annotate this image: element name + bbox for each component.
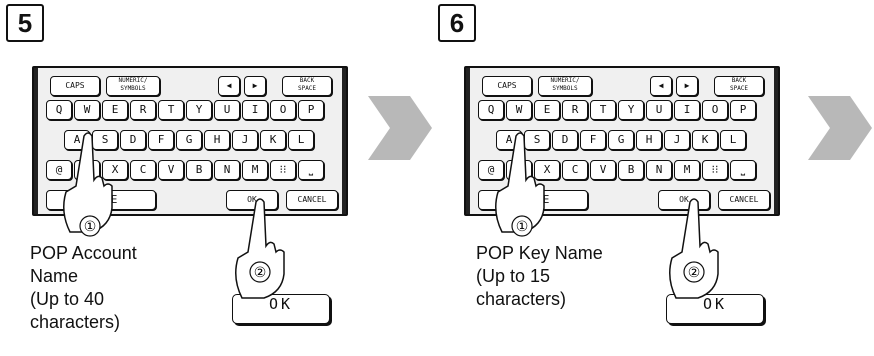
key-c[interactable]: C (562, 160, 588, 180)
key-q[interactable]: Q (46, 100, 72, 120)
panel-left-edge (34, 68, 38, 214)
caption-line: Name (30, 266, 79, 286)
pointing-hand-icon: ② (669, 198, 719, 299)
key-o[interactable]: O (702, 100, 728, 120)
key-symbol[interactable]: ⎵ (730, 160, 756, 180)
key-j[interactable]: J (232, 130, 258, 150)
step-5-badge: 5 (6, 4, 44, 42)
numeric-symbols-key[interactable]: NUMERIC/ SYMBOLS (538, 76, 592, 96)
key-g[interactable]: G (608, 130, 634, 150)
key-u[interactable]: U (646, 100, 672, 120)
key-symbol[interactable]: ⎵ (298, 160, 324, 180)
key-j[interactable]: J (664, 130, 690, 150)
pointing-hand-icon: ① (495, 132, 545, 237)
key-l[interactable]: L (720, 130, 746, 150)
space-label: SPACE (729, 85, 749, 92)
caption-line: POP Key Name (476, 243, 603, 263)
key-t[interactable]: T (590, 100, 616, 120)
key-symbol[interactable]: ⁝⁝ (270, 160, 296, 180)
key-c[interactable]: C (130, 160, 156, 180)
key-r[interactable]: R (562, 100, 588, 120)
panel-right-edge (774, 68, 778, 214)
caption-line: POP Account (30, 243, 137, 263)
key-v[interactable]: V (158, 160, 184, 180)
caption-line: (Up to 15 (476, 266, 551, 286)
key-k[interactable]: K (260, 130, 286, 150)
step-6-badge: 6 (438, 4, 476, 42)
chevron-right-icon (808, 96, 872, 160)
chevron-right-icon (368, 96, 432, 160)
backspace-key[interactable]: BACK SPACE (714, 76, 764, 96)
key-d[interactable]: D (120, 130, 146, 150)
caption-line: characters) (30, 312, 121, 332)
key-e[interactable]: E (102, 100, 128, 120)
key-y[interactable]: Y (186, 100, 212, 120)
symbols-label: SYMBOLS (120, 85, 146, 92)
key-i[interactable]: I (242, 100, 268, 120)
key-l[interactable]: L (288, 130, 314, 150)
numeric-symbols-key[interactable]: NUMERIC/ SYMBOLS (106, 76, 160, 96)
caps-key[interactable]: CAPS (482, 76, 532, 96)
key-y[interactable]: Y (618, 100, 644, 120)
callout-one: ① (84, 219, 97, 235)
right-arrow-key[interactable]: ▶ (244, 76, 266, 96)
callout-two: ② (688, 265, 701, 281)
key-e[interactable]: E (534, 100, 560, 120)
panel-left-edge (466, 68, 470, 214)
left-arrow-key[interactable]: ◀ (650, 76, 672, 96)
right-arrow-key[interactable]: ▶ (676, 76, 698, 96)
step5-caption: POP Account Name (Up to 40 characters) (30, 242, 137, 334)
key-n[interactable]: N (214, 160, 240, 180)
callout-two: ② (254, 265, 267, 281)
key-p[interactable]: P (298, 100, 324, 120)
caption-line: (Up to 40 (30, 289, 105, 309)
key-h[interactable]: H (204, 130, 230, 150)
key-v[interactable]: V (590, 160, 616, 180)
numeric-label: NUMERIC/ (118, 77, 148, 84)
back-label: BACK (731, 77, 747, 84)
key-g[interactable]: G (176, 130, 202, 150)
back-label: BACK (299, 77, 315, 84)
key-f[interactable]: F (148, 130, 174, 150)
key-w[interactable]: W (506, 100, 532, 120)
key-u[interactable]: U (214, 100, 240, 120)
pointing-hand-icon: ② (235, 198, 285, 299)
symbols-label: SYMBOLS (552, 85, 578, 92)
key-b[interactable]: B (186, 160, 212, 180)
key-o[interactable]: O (270, 100, 296, 120)
space-label: SPACE (297, 85, 317, 92)
key-n[interactable]: N (646, 160, 672, 180)
cancel-key[interactable]: CANCEL (718, 190, 770, 210)
key-i[interactable]: I (674, 100, 700, 120)
key-f[interactable]: F (580, 130, 606, 150)
caps-key[interactable]: CAPS (50, 76, 100, 96)
key-m[interactable]: M (674, 160, 700, 180)
key-k[interactable]: K (692, 130, 718, 150)
key-b[interactable]: B (618, 160, 644, 180)
panel-right-edge (342, 68, 346, 214)
key-p[interactable]: P (730, 100, 756, 120)
key-d[interactable]: D (552, 130, 578, 150)
key-q[interactable]: Q (478, 100, 504, 120)
key-symbol[interactable]: ⁝⁝ (702, 160, 728, 180)
key-t[interactable]: T (158, 100, 184, 120)
key-r[interactable]: R (130, 100, 156, 120)
left-arrow-key[interactable]: ◀ (218, 76, 240, 96)
key-w[interactable]: W (74, 100, 100, 120)
step6-caption: POP Key Name (Up to 15 characters) (476, 242, 603, 311)
callout-one: ① (516, 219, 529, 235)
caption-line: characters) (476, 289, 567, 309)
cancel-key[interactable]: CANCEL (286, 190, 338, 210)
numeric-label: NUMERIC/ (550, 77, 580, 84)
backspace-key[interactable]: BACK SPACE (282, 76, 332, 96)
key-m[interactable]: M (242, 160, 268, 180)
pointing-hand-icon: ① (63, 132, 113, 237)
key-h[interactable]: H (636, 130, 662, 150)
